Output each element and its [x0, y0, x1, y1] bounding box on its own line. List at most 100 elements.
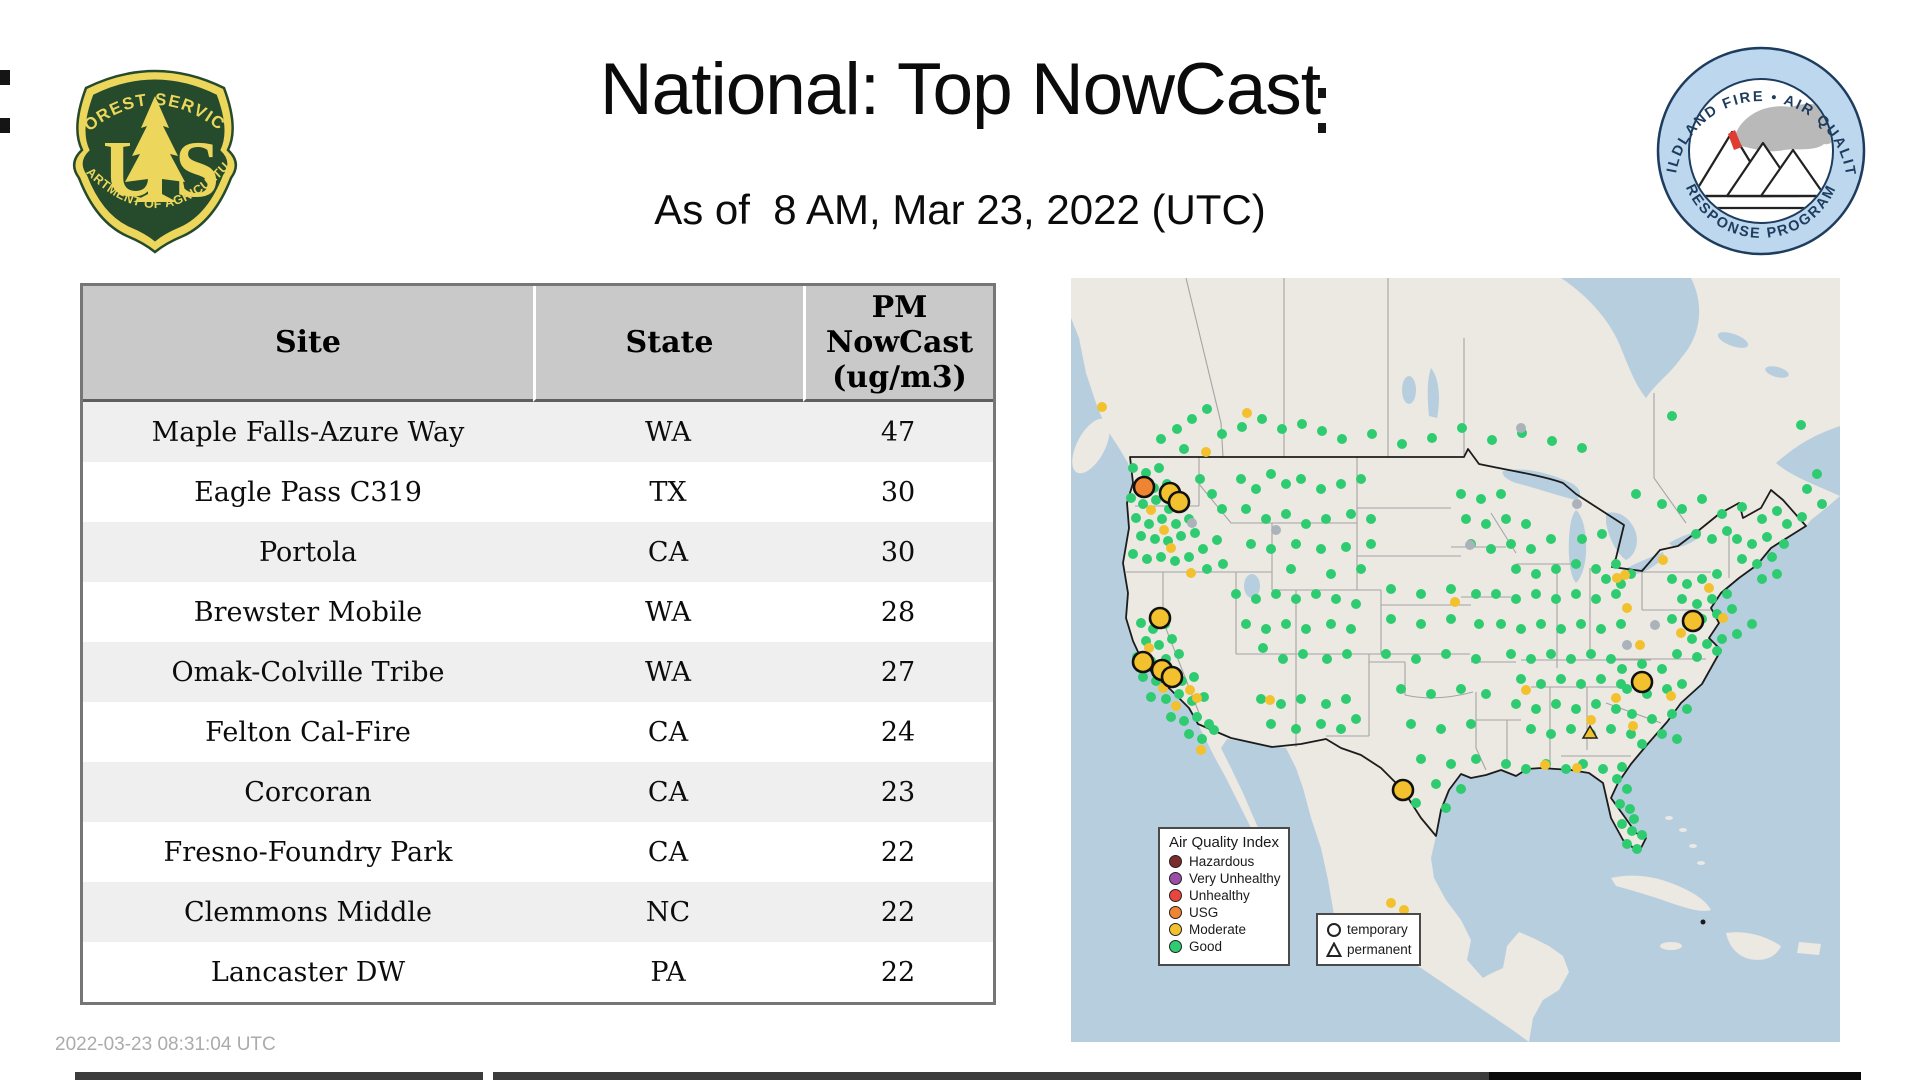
- monitor-dot-moderate: [1196, 745, 1206, 755]
- monitor-dot-moderate: [1521, 685, 1531, 695]
- monitor-dot-good: [1190, 528, 1200, 538]
- monitor-dot-good: [1277, 424, 1287, 434]
- site-cell: Eagle Pass C319: [83, 462, 533, 522]
- aqi-legend-label: Unhealthy: [1189, 888, 1250, 903]
- monitor-dot-good: [1677, 594, 1687, 604]
- monitor-dot-good: [1202, 404, 1212, 414]
- monitor-dot-good: [1551, 564, 1561, 574]
- monitor-dot-good: [1187, 414, 1197, 424]
- monitor-dot-good: [1481, 519, 1491, 529]
- monitor-dot-moderate: [1586, 715, 1596, 725]
- monitor-dot-good: [1192, 712, 1202, 722]
- monitor-dot-moderate: [1386, 898, 1396, 908]
- monitor-dot-good: [1506, 539, 1516, 549]
- monitor-dot-good: [1506, 649, 1516, 659]
- monitor-dot-good: [1591, 564, 1601, 574]
- monitor-dot-good: [1316, 719, 1326, 729]
- monitor-dot-good: [1561, 764, 1571, 774]
- monitor-dot-good: [1406, 719, 1416, 729]
- pm-nowcast-cell: 24: [803, 702, 993, 762]
- monitor-dot-moderate: [1185, 685, 1195, 695]
- monitor-dot-good: [1757, 514, 1767, 524]
- monitor-dot-good: [1691, 529, 1701, 539]
- monitor-dot-good: [1441, 803, 1451, 813]
- monitor-dot-good: [1667, 614, 1677, 624]
- monitor-dot-good: [1386, 614, 1396, 624]
- monitor-dot-good: [1386, 584, 1396, 594]
- monitor-dot-good: [1396, 684, 1406, 694]
- monitor-dot-good: [1496, 619, 1506, 629]
- table-row: Fresno-Foundry Park CA 22: [83, 822, 993, 882]
- monitor-dot-good: [1596, 624, 1606, 634]
- monitor-dot-inactive: [1465, 540, 1475, 550]
- monitor-dot-moderate: [1718, 613, 1728, 623]
- monitor-dot-good: [1154, 463, 1164, 473]
- monitor-dot-inactive: [1271, 525, 1281, 535]
- monitor-dot-good: [1612, 774, 1622, 784]
- screen-artifact-bar: [1489, 1072, 1861, 1080]
- monitor-dot-moderate: [1658, 555, 1668, 565]
- top-site-marker: [1132, 475, 1156, 499]
- monitor-dot-good: [1266, 719, 1276, 729]
- monitor-dot-good: [1647, 714, 1657, 724]
- monitor-dot-good: [1291, 539, 1301, 549]
- monitor-dot-good: [1657, 499, 1667, 509]
- monitor-dot-good: [1551, 699, 1561, 709]
- monitor-dot-good: [1179, 444, 1189, 454]
- monitor-dot-good: [1591, 594, 1601, 604]
- monitor-dot-good: [1281, 509, 1291, 519]
- monitor-dot-good: [1722, 589, 1732, 599]
- monitor-dot-good: [1611, 704, 1621, 714]
- monitor-dot-good: [1606, 654, 1616, 664]
- monitor-dot-good: [1501, 759, 1511, 769]
- monitor-dot-good: [1611, 559, 1621, 569]
- monitor-dot-good: [1586, 649, 1596, 659]
- monitor-dot-good: [1627, 826, 1637, 836]
- monitor-dot-good: [1278, 654, 1288, 664]
- monitor-dot-moderate: [1704, 583, 1714, 593]
- monitor-dot-good: [1476, 494, 1486, 504]
- monitor-dot-good: [1341, 542, 1351, 552]
- monitor-dot-good: [1301, 624, 1311, 634]
- top-site-marker: [1681, 609, 1705, 633]
- aqi-legend-item: Hazardous: [1169, 854, 1288, 869]
- top-site-marker: [1391, 778, 1415, 802]
- site-cell: Corcoran: [83, 762, 533, 822]
- site-cell: Maple Falls-Azure Way: [83, 402, 533, 462]
- monitor-dot-good: [1316, 484, 1326, 494]
- aqi-color-swatch: [1169, 940, 1182, 953]
- monitor-dot-good: [1667, 411, 1677, 421]
- monitor-dot-good: [1241, 619, 1251, 629]
- monitor-dot-inactive: [1516, 423, 1526, 433]
- monitor-dot-moderate: [1265, 695, 1275, 705]
- monitor-dot-good: [1427, 433, 1437, 443]
- monitor-dot-good: [1351, 714, 1361, 724]
- pm-nowcast-cell: 23: [803, 762, 993, 822]
- monitor-dot-good: [1301, 519, 1311, 529]
- monitor-dot-good: [1336, 724, 1346, 734]
- monitor-dot-good: [1261, 514, 1271, 524]
- monitor-dot-moderate: [1622, 603, 1632, 613]
- table-row: Clemmons Middle NC 22: [83, 882, 993, 942]
- monitor-dot-good: [1737, 554, 1747, 564]
- monitor-dot-good: [1446, 759, 1456, 769]
- monitor-dot-good: [1146, 692, 1156, 702]
- monitor-dot-good: [1637, 830, 1647, 840]
- monitor-dot-good: [1625, 804, 1635, 814]
- monitor-dot-good: [1257, 414, 1267, 424]
- table-header-row: Site State PM NowCast (ug/m3): [83, 286, 993, 402]
- monitor-dot-good: [1256, 694, 1266, 704]
- monitor-dot-moderate: [1166, 543, 1176, 553]
- monitor-dot-good: [1258, 643, 1268, 653]
- monitor-dot-good: [1516, 674, 1526, 684]
- table-row: Maple Falls-Azure Way WA 47: [83, 402, 993, 462]
- monitor-dot-good: [1321, 514, 1331, 524]
- monitor-dot-good: [1281, 619, 1291, 629]
- monitor-dot-good: [1737, 502, 1747, 512]
- monitor-dot-good: [1566, 724, 1576, 734]
- aqi-legend-item: Very Unhealthy: [1169, 871, 1288, 886]
- monitor-dot-good: [1536, 619, 1546, 629]
- legend-row-permanent: permanent: [1326, 940, 1419, 960]
- monitor-dot-good: [1687, 634, 1697, 644]
- column-header-site: Site: [83, 286, 533, 402]
